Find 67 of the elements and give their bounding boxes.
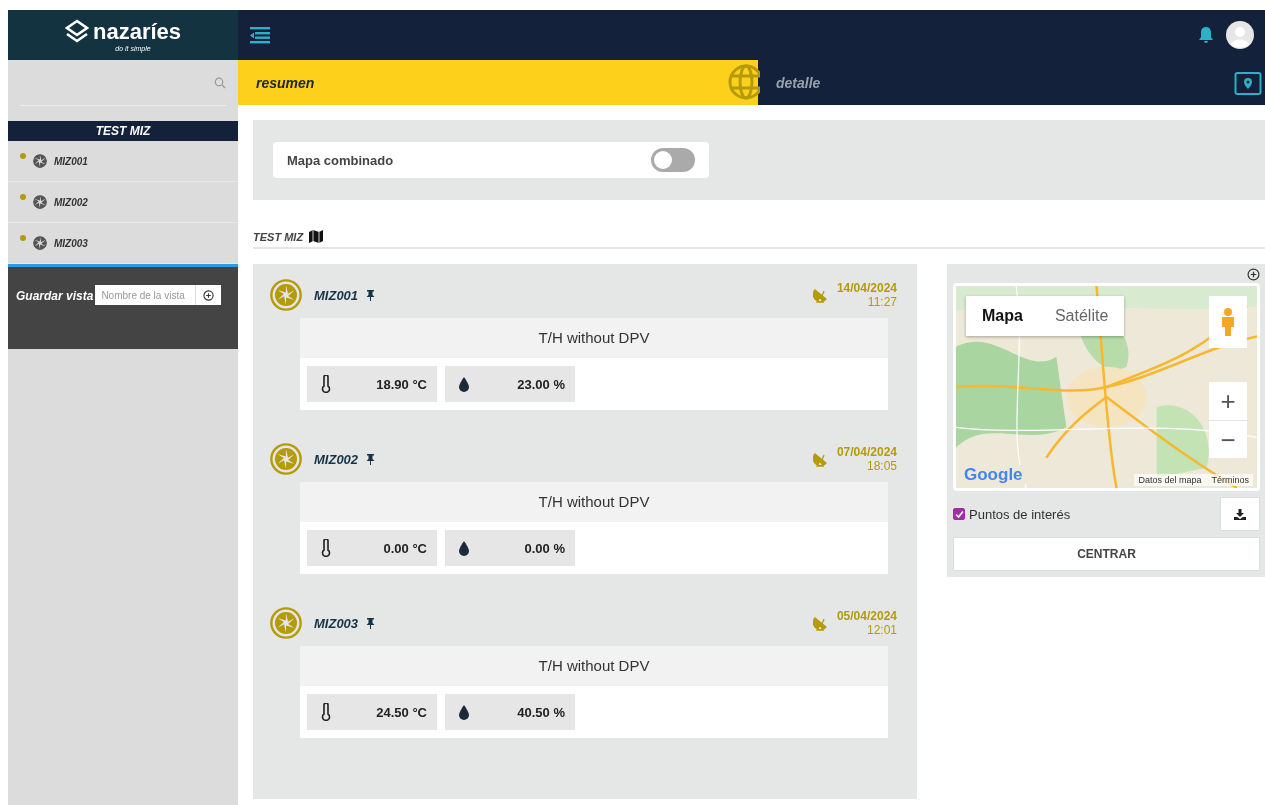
bell-icon[interactable]	[1198, 26, 1214, 44]
satellite-dish-icon	[812, 451, 829, 467]
aperture-icon	[30, 151, 50, 171]
time-text: 12:01	[866, 623, 897, 637]
date-text: 05/04/2024	[836, 609, 897, 623]
date-text: 14/04/2024	[836, 281, 897, 295]
thermometer-icon	[319, 703, 333, 721]
add-icon	[203, 289, 215, 301]
logo-text: nazaríes	[92, 20, 182, 43]
reading-chip: 0.00 °C	[307, 530, 437, 566]
toggle-label: Mapa combinado	[287, 152, 394, 168]
date-text: 07/04/2024	[836, 445, 897, 459]
aperture-icon	[270, 279, 302, 311]
menu-icon[interactable]	[250, 26, 270, 44]
group-header: TEST MIZ	[8, 121, 238, 141]
pin-icon[interactable]	[366, 289, 376, 301]
time-text: 18:05	[866, 459, 897, 473]
water-drop-icon	[457, 703, 471, 721]
terms-link[interactable]: Términos	[1211, 475, 1249, 485]
aperture-icon	[30, 192, 50, 212]
device-name: MIZ002	[314, 451, 359, 467]
aperture-icon	[270, 443, 302, 475]
aperture-icon	[30, 233, 50, 253]
reading-chip: 23.00 %	[445, 366, 575, 402]
time-text: 11:27	[867, 295, 897, 309]
device-name: MIZ003	[314, 615, 359, 631]
water-drop-icon	[457, 539, 471, 557]
device-name: MIZ001	[314, 287, 359, 303]
toggle-switch[interactable]	[651, 148, 695, 172]
add-icon[interactable]	[1247, 268, 1260, 281]
reading-chip: 24.50 °C	[307, 694, 437, 730]
reading-chip: 40.50 %	[445, 694, 575, 730]
pin-icon[interactable]	[366, 617, 376, 629]
map-data-link[interactable]: Datos del mapa	[1138, 475, 1202, 485]
sidebar-item[interactable]: MIZ001	[8, 141, 238, 182]
person-icon	[1220, 307, 1236, 337]
sensor-type: T/H without DPV	[300, 318, 888, 358]
aperture-icon	[270, 607, 302, 639]
sensor-type: T/H without DPV	[300, 646, 888, 686]
water-drop-icon	[457, 375, 471, 393]
map-icon	[309, 230, 324, 243]
satellite-dish-icon	[812, 615, 829, 631]
avatar-icon[interactable]	[1226, 21, 1254, 49]
thermometer-icon	[319, 539, 333, 557]
reading-chip: 0.00 %	[445, 530, 575, 566]
search-icon	[214, 76, 226, 89]
map-type-button[interactable]: Satélite	[1038, 296, 1125, 336]
checkbox[interactable]	[953, 508, 965, 520]
sensor-type: T/H without DPV	[300, 482, 888, 522]
sidebar-item[interactable]: MIZ002	[8, 182, 238, 223]
download-icon	[1234, 508, 1246, 520]
thermometer-icon	[319, 375, 333, 393]
view-name-field[interactable]: Nombre de la vista	[95, 285, 196, 305]
logo-icon	[64, 18, 89, 45]
save-view-label: Guardar vista	[16, 289, 94, 303]
pin-icon[interactable]	[366, 453, 376, 465]
download-button[interactable]	[1220, 497, 1260, 531]
reading-chip: 18.90 °C	[307, 366, 437, 402]
tab[interactable]: resumen	[238, 60, 758, 105]
satellite-dish-icon	[812, 287, 829, 303]
center-button[interactable]: CENTRAR	[953, 537, 1260, 571]
map-attribution: Google	[962, 465, 1025, 485]
map-pin-icon[interactable]	[1234, 69, 1262, 96]
map-type-button[interactable]: Mapa	[966, 296, 1039, 336]
section-title: TEST MIZ	[253, 230, 304, 243]
checkbox-label: Puntos de interés	[969, 506, 1071, 522]
add-view-button[interactable]	[195, 285, 222, 305]
